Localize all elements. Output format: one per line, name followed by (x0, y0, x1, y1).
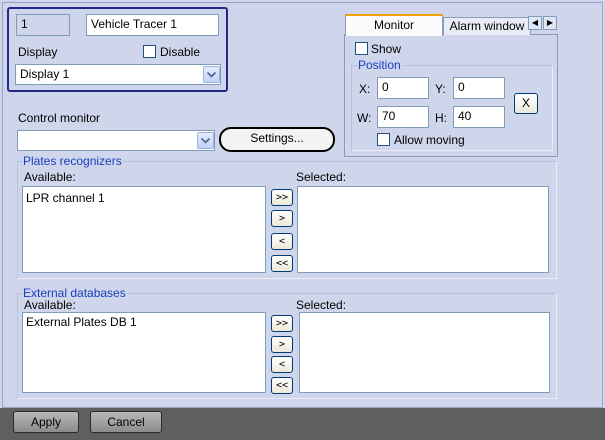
w-field[interactable]: 70 (377, 106, 429, 128)
device-id-field[interactable]: 1 (16, 14, 70, 36)
allow-moving-checkbox[interactable] (377, 133, 390, 146)
arrow-right-icon: ▶ (546, 18, 554, 27)
show-label: Show (371, 42, 402, 56)
control-monitor-select-arrow[interactable] (197, 132, 214, 149)
reset-position-button[interactable]: X (514, 93, 538, 114)
plates-selected-label: Selected: (296, 170, 347, 184)
plates-add-button[interactable]: > (271, 210, 293, 227)
control-monitor-select[interactable] (17, 130, 215, 151)
disable-label: Disable (160, 45, 201, 59)
show-checkbox[interactable] (355, 42, 368, 55)
plates-selected-list[interactable] (297, 186, 549, 273)
plates-remove-all-button[interactable]: << (271, 255, 293, 272)
apply-button[interactable]: Apply (13, 411, 79, 433)
display-select[interactable]: Display 1 (15, 64, 221, 85)
display-label: Display (18, 45, 58, 59)
external-add-all-button[interactable]: >> (271, 315, 293, 332)
arrow-left-icon: ◀ (531, 18, 539, 27)
list-item[interactable]: External Plates DB 1 (23, 313, 265, 333)
w-label: W: (357, 111, 372, 125)
external-available-list[interactable]: External Plates DB 1 (22, 312, 266, 393)
y-field[interactable]: 0 (453, 77, 505, 99)
h-label: H: (435, 111, 447, 125)
list-item[interactable]: LPR channel 1 (23, 187, 265, 209)
settings-button[interactable]: Settings... (219, 127, 335, 152)
position-group-label: Position (357, 58, 402, 72)
x-field[interactable]: 0 (377, 77, 429, 99)
control-monitor-label: Control monitor (18, 111, 101, 125)
display-select-value: Display 1 (20, 67, 70, 81)
h-field[interactable]: 40 (453, 106, 505, 128)
plates-available-label: Available: (24, 170, 76, 184)
external-available-label: Available: (24, 298, 76, 312)
plates-recognizers-title: Plates recognizers (22, 154, 123, 168)
display-select-arrow[interactable] (203, 66, 220, 83)
external-selected-list[interactable] (299, 312, 550, 393)
chevron-down-icon (201, 137, 210, 144)
disable-checkbox[interactable] (143, 45, 156, 58)
plates-available-list[interactable]: LPR channel 1 (22, 186, 266, 273)
y-label: Y: (435, 82, 446, 96)
external-remove-button[interactable]: < (271, 356, 293, 373)
tab-scroll-right-button[interactable]: ▶ (543, 16, 557, 30)
external-add-button[interactable]: > (271, 336, 293, 353)
tab-alarm-window[interactable]: Alarm window (443, 17, 531, 35)
tab-scroll-left-button[interactable]: ◀ (528, 16, 542, 30)
plates-add-all-button[interactable]: >> (271, 189, 293, 206)
external-remove-all-button[interactable]: << (271, 377, 293, 394)
chevron-down-icon (207, 71, 216, 78)
plates-remove-button[interactable]: < (271, 233, 293, 250)
x-label: X: (359, 82, 371, 96)
cancel-button[interactable]: Cancel (90, 411, 162, 433)
allow-moving-label: Allow moving (394, 133, 465, 147)
external-selected-label: Selected: (296, 298, 347, 312)
device-name-field[interactable]: Vehicle Tracer 1 (86, 14, 219, 36)
tab-monitor[interactable]: Monitor (345, 14, 443, 36)
